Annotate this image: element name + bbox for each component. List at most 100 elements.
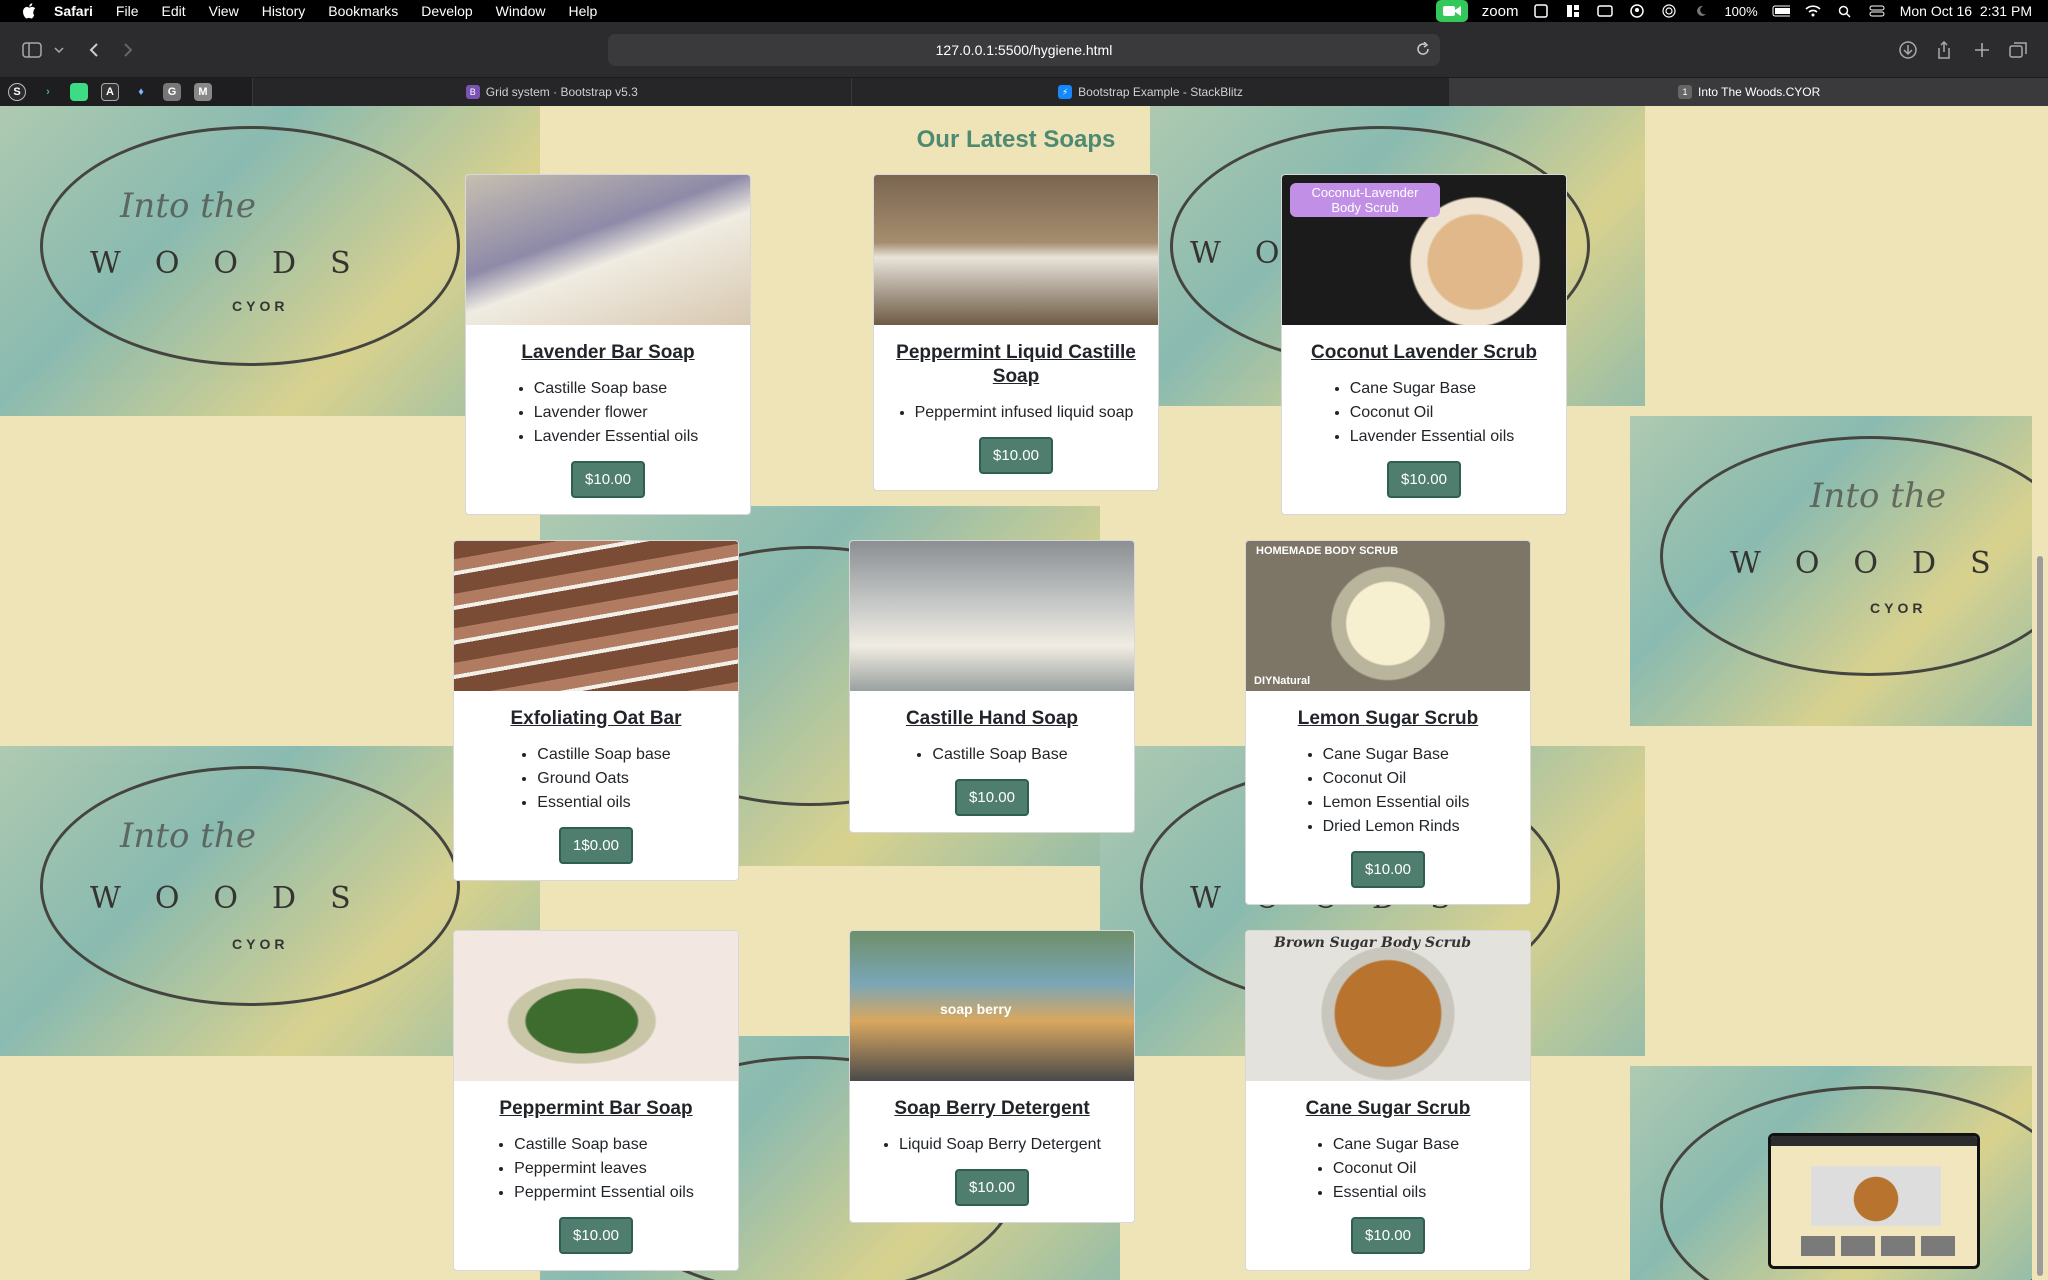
- calendar-icon[interactable]: [1532, 4, 1550, 18]
- chevron-down-icon[interactable]: [52, 38, 66, 62]
- product-title-link[interactable]: Lemon Sugar Scrub: [1246, 707, 1530, 731]
- browser-toolbar: 127.0.0.1:5500/hygiene.html: [0, 22, 2048, 78]
- product-card: Peppermint Bar Soap Castille Soap base P…: [453, 930, 739, 1271]
- macos-menu-bar: Safari File Edit View History Bookmarks …: [0, 0, 2048, 22]
- pinned-tab-shirt-icon[interactable]: ♦: [132, 83, 150, 101]
- ingredient-item: Coconut Oil: [1350, 401, 1515, 425]
- back-icon[interactable]: [84, 38, 104, 62]
- product-card: HOMEMADE BODY SCRUB DIYNatural Lemon Sug…: [1245, 540, 1531, 905]
- window-layout-icon[interactable]: [1564, 4, 1582, 18]
- pinned-tab-s-icon[interactable]: S: [8, 83, 26, 101]
- wifi-icon[interactable]: [1804, 4, 1822, 18]
- product-title-link[interactable]: Castille Hand Soap: [850, 707, 1134, 731]
- display-icon[interactable]: [1596, 4, 1614, 18]
- price-button[interactable]: $10.00: [955, 779, 1029, 816]
- forward-icon[interactable]: [118, 38, 138, 62]
- sidebar-toggle-icon[interactable]: [20, 38, 44, 62]
- product-image: [454, 541, 738, 691]
- menu-bookmarks[interactable]: Bookmarks: [328, 3, 398, 19]
- product-title-link[interactable]: Peppermint Liquid Castille Soap: [874, 341, 1158, 389]
- ingredient-list: Cane Sugar Base Coconut Oil Lavender Ess…: [1334, 377, 1515, 449]
- ingredient-item: Castille Soap base: [534, 377, 699, 401]
- menu-window[interactable]: Window: [496, 3, 546, 19]
- pinned-tabs: S › A ♦ G M: [0, 78, 252, 106]
- pinned-tab-m-icon[interactable]: M: [194, 83, 212, 101]
- pinned-tab-g-icon[interactable]: G: [163, 83, 181, 101]
- address-bar[interactable]: 127.0.0.1:5500/hygiene.html: [608, 34, 1440, 66]
- tab-stackblitz[interactable]: ⚡ Bootstrap Example - StackBlitz: [850, 78, 1450, 106]
- ingredient-item: Peppermint infused liquid soap: [915, 401, 1134, 425]
- ingredient-list: Peppermint infused liquid soap: [899, 401, 1134, 425]
- reload-icon[interactable]: [1416, 41, 1430, 59]
- product-card: Peppermint Liquid Castille Soap Peppermi…: [873, 174, 1159, 491]
- ingredient-item: Castille Soap Base: [932, 743, 1067, 767]
- pinned-tab-a-icon[interactable]: A: [101, 83, 119, 101]
- price-button[interactable]: $10.00: [1351, 1217, 1425, 1254]
- logo-script-text: Into the: [120, 816, 256, 856]
- downloads-icon[interactable]: [1898, 38, 1918, 62]
- image-brand: DIYNatural: [1254, 675, 1311, 687]
- product-title-link[interactable]: Soap Berry Detergent: [850, 1097, 1134, 1121]
- product-image: HOMEMADE BODY SCRUB DIYNatural: [1246, 541, 1530, 691]
- price-button[interactable]: $10.00: [571, 461, 645, 498]
- logo-woods-text: WOODS: [90, 246, 385, 281]
- ingredient-item: Lemon Essential oils: [1323, 791, 1470, 815]
- url-text[interactable]: 127.0.0.1:5500/hygiene.html: [936, 42, 1113, 58]
- zoom-menu-label[interactable]: zoom: [1482, 3, 1519, 20]
- menu-file[interactable]: File: [116, 3, 139, 19]
- logo-cyor-text: CYOR: [232, 936, 289, 952]
- price-button[interactable]: $10.00: [1387, 461, 1461, 498]
- clock[interactable]: Mon Oct 16 2:31 PM: [1900, 3, 2032, 19]
- product-card: Lavender Bar Soap Castille Soap base Lav…: [465, 174, 751, 515]
- product-title-link[interactable]: Exfoliating Oat Bar: [454, 707, 738, 731]
- ingredient-item: Cane Sugar Base: [1333, 1133, 1459, 1157]
- price-button[interactable]: 1$0.00: [559, 827, 633, 864]
- zoom-camera-icon[interactable]: [1435, 0, 1468, 22]
- ingredient-item: Essential oils: [537, 791, 670, 815]
- zoom-preview-window[interactable]: [1768, 1133, 1980, 1269]
- logo-woods-text: WOODS: [90, 881, 385, 916]
- menu-develop[interactable]: Develop: [421, 3, 472, 19]
- tab-overview-icon[interactable]: [2008, 38, 2028, 62]
- user-icon[interactable]: [1628, 4, 1646, 18]
- menu-edit[interactable]: Edit: [161, 3, 185, 19]
- tab-bootstrap-grid[interactable]: B Grid system · Bootstrap v5.3: [252, 78, 851, 106]
- image-label: Brown Sugar Body Scrub: [1274, 935, 1471, 951]
- battery-icon[interactable]: [1772, 4, 1790, 18]
- product-title-link[interactable]: Coconut Lavender Scrub: [1282, 341, 1566, 365]
- page-scrollbar[interactable]: [2032, 106, 2048, 1280]
- product-title-link[interactable]: Cane Sugar Scrub: [1246, 1097, 1530, 1121]
- price-button[interactable]: $10.00: [1351, 851, 1425, 888]
- moon-icon[interactable]: [1692, 4, 1710, 18]
- menu-help[interactable]: Help: [568, 3, 597, 19]
- search-icon[interactable]: [1836, 4, 1854, 18]
- price-button[interactable]: $10.00: [559, 1217, 633, 1254]
- menu-app-name[interactable]: Safari: [54, 3, 93, 19]
- ingredient-item: Peppermint Essential oils: [514, 1181, 694, 1205]
- product-title-link[interactable]: Peppermint Bar Soap: [454, 1097, 738, 1121]
- logo-script-text: Into the: [1810, 476, 1946, 516]
- product-title-link[interactable]: Lavender Bar Soap: [466, 341, 750, 365]
- tab-into-the-woods[interactable]: 1 Into The Woods.CYOR: [1449, 78, 2048, 106]
- product-image: [454, 931, 738, 1081]
- pinned-tab-android-icon[interactable]: [70, 83, 88, 101]
- logo-script-text: Into the: [120, 186, 256, 226]
- pinned-tab-prompt-icon[interactable]: ›: [39, 83, 57, 101]
- share-icon[interactable]: [1934, 38, 1954, 62]
- price-button[interactable]: $10.00: [955, 1169, 1029, 1206]
- scrollbar-thumb[interactable]: [2037, 556, 2043, 1276]
- apple-icon[interactable]: [18, 0, 40, 22]
- page-icon: 1: [1678, 85, 1693, 99]
- ingredient-item: Castille Soap base: [537, 743, 670, 767]
- new-tab-icon[interactable]: [1972, 38, 1992, 62]
- menu-view[interactable]: View: [209, 3, 239, 19]
- control-center-icon[interactable]: [1868, 4, 1886, 18]
- price-button[interactable]: $10.00: [979, 437, 1053, 474]
- airdrop-icon[interactable]: [1660, 4, 1678, 18]
- ingredient-item: Castille Soap base: [514, 1133, 694, 1157]
- ingredient-item: Coconut Oil: [1323, 767, 1470, 791]
- tab-bar: S › A ♦ G M B Grid system · Bootstrap v5…: [0, 78, 2048, 106]
- ingredient-list: Castille Soap base Ground Oats Essential…: [521, 743, 670, 815]
- logo-cyor-text: CYOR: [232, 298, 289, 314]
- menu-history[interactable]: History: [262, 3, 306, 19]
